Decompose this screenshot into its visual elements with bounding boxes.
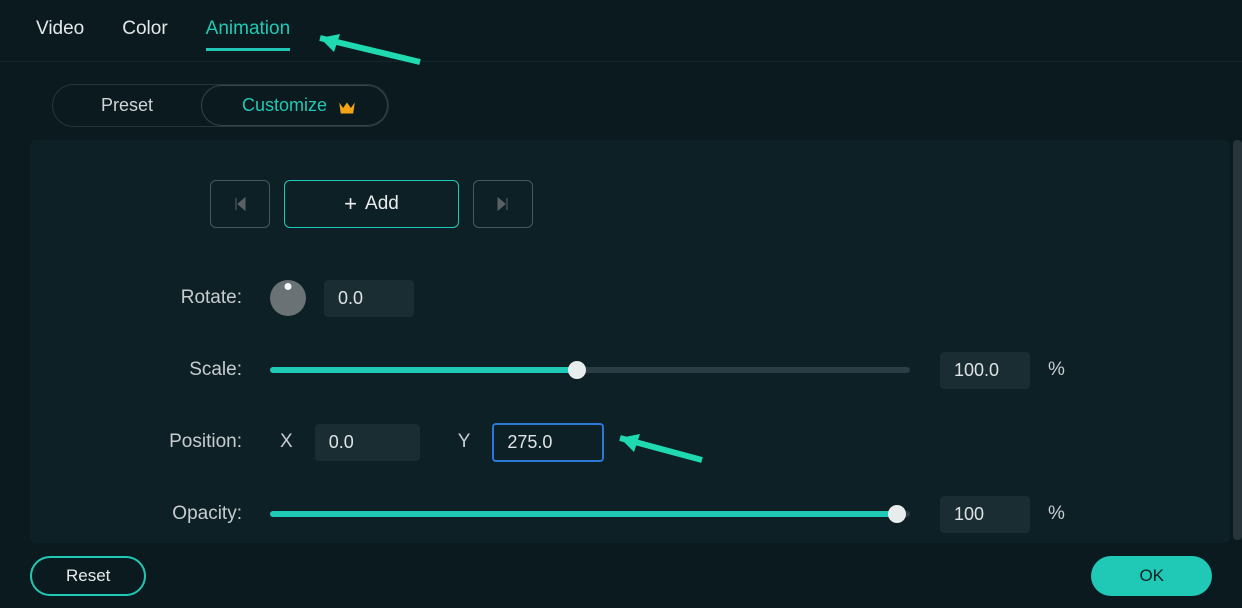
rotate-input[interactable]	[324, 280, 414, 317]
crown-icon	[337, 99, 357, 113]
subtab-customize[interactable]: Customize	[201, 85, 388, 126]
position-label: Position:	[80, 431, 270, 453]
subtab-preset[interactable]: Preset	[53, 85, 201, 126]
add-keyframe-button[interactable]: + Add	[284, 180, 459, 228]
scale-row: Scale: %	[80, 350, 1180, 390]
add-keyframe-label: Add	[365, 193, 399, 215]
ok-button[interactable]: OK	[1091, 556, 1212, 596]
opacity-row: Opacity: %	[80, 494, 1180, 534]
rotate-label: Rotate:	[80, 287, 270, 309]
opacity-input[interactable]	[940, 496, 1030, 533]
prev-keyframe-button[interactable]	[210, 180, 270, 228]
rotate-knob[interactable]	[270, 280, 306, 316]
tab-color[interactable]: Color	[122, 18, 167, 51]
position-row: Position: X Y	[80, 422, 1180, 462]
keyframe-row: + Add	[210, 180, 1180, 228]
opacity-slider[interactable]	[270, 511, 910, 517]
scrollbar[interactable]	[1233, 140, 1242, 540]
plus-icon: +	[344, 191, 357, 217]
y-label: Y	[458, 431, 471, 453]
subtab-customize-label: Customize	[242, 95, 327, 116]
tab-video[interactable]: Video	[36, 18, 84, 51]
top-tabs: Video Color Animation	[0, 0, 1242, 62]
rotate-row: Rotate:	[80, 278, 1180, 318]
scale-slider[interactable]	[270, 367, 910, 373]
opacity-unit: %	[1048, 503, 1065, 525]
opacity-label: Opacity:	[80, 503, 270, 525]
scale-unit: %	[1048, 359, 1065, 381]
properties-panel: + Add Rotate: Scale: % Position: X Y Opa…	[30, 140, 1230, 543]
position-x-input[interactable]	[315, 424, 420, 461]
reset-button[interactable]: Reset	[30, 556, 146, 596]
tab-animation[interactable]: Animation	[206, 18, 291, 51]
scale-input[interactable]	[940, 352, 1030, 389]
footer: Reset OK	[30, 556, 1212, 596]
scale-label: Scale:	[80, 359, 270, 381]
position-y-input[interactable]	[492, 423, 604, 462]
sub-tabs: Preset Customize	[52, 84, 389, 127]
next-keyframe-button[interactable]	[473, 180, 533, 228]
x-label: X	[280, 431, 293, 453]
